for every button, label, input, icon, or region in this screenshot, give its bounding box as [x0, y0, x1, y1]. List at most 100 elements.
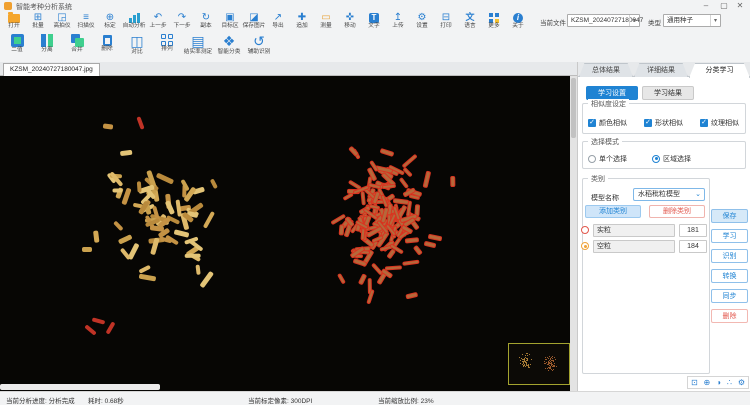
seed[interactable] — [203, 211, 215, 229]
seed[interactable] — [211, 179, 219, 190]
seed[interactable] — [450, 176, 456, 187]
category-marker-icon[interactable] — [581, 226, 589, 234]
current-file-select[interactable]: KZSM_20240727180047 ▾ — [567, 14, 640, 27]
toolbar-button-append-plus[interactable]: ✚追加 — [290, 12, 314, 31]
toolbar-button-save-image[interactable]: ◪保存图片 — [242, 12, 266, 31]
edit-button-compare[interactable]: ◫对比 — [122, 33, 152, 60]
toolbar-button-upload[interactable]: ↥上传 — [386, 12, 410, 31]
识别-button[interactable]: 识别 — [711, 249, 748, 263]
toolbar-button-settings-gear[interactable]: ⚙设置 — [410, 12, 434, 31]
fit-screen-icon[interactable]: ⊡ — [691, 377, 698, 388]
radio-单个选择[interactable]: 单个选择 — [588, 150, 627, 168]
seed[interactable] — [137, 181, 141, 192]
seed[interactable] — [165, 200, 175, 215]
checkbox-颜色相似[interactable]: ✓颜色相似 — [588, 114, 627, 132]
seed[interactable] — [358, 274, 367, 286]
checkbox-形状相似[interactable]: ✓形状相似 — [644, 114, 683, 132]
toolbar-button-batch[interactable]: ⊞批量 — [26, 12, 50, 31]
subtab-学习结果[interactable]: 学习结果 — [642, 86, 694, 100]
seed[interactable] — [196, 264, 201, 275]
转换-button[interactable]: 转换 — [711, 269, 748, 283]
image-tab[interactable]: KZSM_20240727180047.jpg — [3, 63, 100, 76]
tab-分类学习[interactable]: 分类学习 — [689, 63, 750, 78]
seed[interactable] — [139, 274, 156, 281]
category-name-input[interactable]: 空粒 — [593, 240, 675, 253]
add-category-button[interactable]: 添加类别 — [585, 205, 641, 218]
model-name-select[interactable]: 水稻秕粒模型 ⌄ — [633, 188, 705, 201]
seed-red[interactable] — [92, 317, 106, 324]
delete-category-button[interactable]: 删除类别 — [649, 205, 705, 218]
tab-详细结果[interactable]: 详细结果 — [634, 63, 688, 77]
tab-总体结果[interactable]: 总体结果 — [579, 63, 633, 77]
seed[interactable] — [402, 153, 418, 168]
seed[interactable] — [155, 172, 173, 184]
toolbar-button-scanner[interactable]: ≡扫描仪 — [74, 12, 98, 31]
seed[interactable] — [424, 241, 437, 249]
close-button[interactable]: ✕ — [732, 1, 748, 11]
toolbar-button-about-info[interactable]: i关于 — [506, 12, 530, 31]
toolbar-button-redo-arrow[interactable]: ↷下一步 — [170, 12, 194, 31]
toolbar-button-text[interactable]: T文字 — [362, 12, 386, 31]
seed[interactable] — [380, 148, 395, 157]
vertical-scrollbar-thumb[interactable] — [571, 78, 576, 138]
seed-red[interactable] — [106, 321, 116, 334]
toolbar-button-move-cross[interactable]: ✜移动 — [338, 12, 362, 31]
toolbar-button-open-folder[interactable]: 打开 — [2, 12, 26, 31]
category-marker-icon[interactable] — [581, 242, 589, 250]
edit-button-binary[interactable]: 二值 — [2, 33, 32, 60]
seed[interactable] — [118, 234, 133, 244]
seed[interactable] — [82, 247, 92, 252]
seed[interactable] — [180, 179, 189, 191]
seed[interactable] — [381, 183, 395, 189]
toolbar-button-export-chart[interactable]: ↗导出 — [266, 12, 290, 31]
seed[interactable] — [405, 292, 418, 300]
toolbar-button-language[interactable]: 文语言 — [458, 12, 482, 31]
seed[interactable] — [92, 231, 99, 244]
seed[interactable] — [405, 238, 419, 244]
toolbar-button-measure-ruler[interactable]: ▭测量 — [314, 12, 338, 31]
edit-button-delete-trash[interactable]: 删除 — [92, 33, 122, 60]
seed-type-select[interactable]: 通用种子 ▾ — [663, 14, 721, 27]
学习-button[interactable]: 学习 — [711, 229, 748, 243]
删除-button[interactable]: 删除 — [711, 309, 748, 323]
seed[interactable] — [337, 273, 346, 285]
radio-区域选择[interactable]: 区域选择 — [652, 150, 691, 168]
category-name-input[interactable]: 实粒 — [593, 224, 675, 237]
edit-button-merge[interactable]: 合并 — [62, 33, 92, 60]
toolbar-button-more-grid[interactable]: 更多 — [482, 12, 506, 31]
seed[interactable] — [113, 220, 123, 230]
seed[interactable] — [338, 224, 344, 235]
seed[interactable] — [422, 171, 431, 189]
seed[interactable] — [413, 245, 423, 256]
seed[interactable] — [139, 264, 151, 273]
toolbar-button-duplicate-refresh[interactable]: ↻副本 — [194, 12, 218, 31]
maximize-button[interactable]: ▢ — [716, 1, 732, 11]
toolbar-button-printer[interactable]: ⊟打印 — [434, 12, 458, 31]
vertical-scrollbar[interactable] — [570, 76, 577, 391]
toolbar-button-auto-analyze-chart[interactable]: 自动分析 — [122, 12, 146, 31]
seed-red[interactable] — [136, 116, 144, 130]
seed[interactable] — [360, 191, 366, 205]
minimize-button[interactable]: – — [698, 1, 714, 11]
edit-button-smart-classify[interactable]: ❖智能分类 — [214, 33, 244, 60]
chevron-down-icon[interactable]: ▾ — [629, 15, 639, 26]
chevron-down-icon[interactable]: ▾ — [710, 15, 720, 26]
view-settings-icon[interactable]: ⚙ — [738, 377, 745, 388]
seed[interactable] — [199, 271, 213, 288]
edit-button-split[interactable]: 分离 — [32, 33, 62, 60]
toolbar-button-calibrate-target[interactable]: ⊕标定 — [98, 12, 122, 31]
seed[interactable] — [120, 150, 133, 157]
checkbox-纹理相似[interactable]: ✓纹理相似 — [700, 114, 739, 132]
toolbar-button-target-region[interactable]: ▣目标区 — [218, 12, 242, 31]
image-canvas[interactable] — [0, 76, 570, 391]
seed[interactable] — [122, 188, 132, 206]
subtab-学习设置[interactable]: 学习设置 — [586, 86, 638, 100]
locate-icon[interactable]: ⊕ — [704, 377, 711, 388]
toolbar-button-undo-arrow[interactable]: ↶上一步 — [146, 12, 170, 31]
seed-red[interactable] — [84, 324, 97, 335]
seed[interactable] — [112, 188, 122, 192]
contrast-icon[interactable]: ◑ — [716, 377, 721, 388]
seed[interactable] — [174, 230, 190, 239]
seed[interactable] — [399, 177, 409, 189]
edit-button-assist-recognize[interactable]: ↺辅助识别 — [244, 33, 274, 60]
